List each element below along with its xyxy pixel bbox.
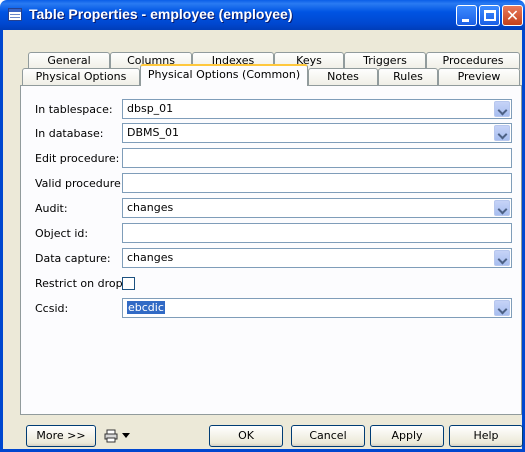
minimize-button[interactable] (456, 5, 477, 26)
chevron-down-icon[interactable] (494, 101, 510, 117)
maximize-icon (484, 10, 496, 21)
maximize-button[interactable] (479, 5, 500, 26)
help-button[interactable]: Help (449, 425, 523, 447)
chevron-down-icon[interactable] (494, 125, 510, 141)
window-title: Table Properties - employee (employee) (29, 6, 293, 22)
ccsid-value: ebcdic (127, 301, 165, 314)
apply-button[interactable]: Apply (370, 425, 444, 447)
restrict-on-drop-checkbox[interactable] (122, 277, 135, 290)
ccsid-combo[interactable]: ebcdic (122, 298, 512, 318)
close-button[interactable]: ✕ (502, 5, 523, 26)
chevron-down-icon[interactable] (122, 433, 130, 438)
more-button[interactable]: More >> (26, 425, 96, 447)
in-database-value: DBMS_01 (127, 126, 179, 139)
label-object-id: Object id: (35, 227, 89, 240)
label-edit-procedure: Edit procedure: (35, 152, 120, 165)
label-valid-procedure: Valid procedure: (35, 177, 125, 190)
audit-combo[interactable]: changes (122, 198, 512, 218)
label-restrict-on-drop: Restrict on drop: (35, 277, 127, 290)
minimize-icon (462, 19, 469, 22)
tab-procedures[interactable]: Procedures (426, 52, 520, 69)
chevron-down-icon[interactable] (494, 250, 510, 266)
audit-value: changes (127, 201, 174, 214)
in-tablespace-combo[interactable]: dbsp_01 (122, 99, 512, 119)
tab-preview[interactable]: Preview (438, 68, 520, 85)
in-tablespace-value: dbsp_01 (127, 102, 174, 115)
cancel-button[interactable]: Cancel (291, 425, 365, 447)
object-id-input[interactable] (122, 223, 512, 243)
ok-button[interactable]: OK (209, 425, 283, 447)
label-ccsid: Ccsid: (35, 302, 69, 315)
data-capture-combo[interactable]: changes (122, 248, 512, 268)
valid-procedure-input[interactable] (122, 173, 512, 193)
label-audit: Audit: (35, 202, 68, 215)
chevron-down-icon[interactable] (494, 300, 510, 316)
tab-general[interactable]: General (28, 52, 110, 69)
chevron-down-icon[interactable] (494, 200, 510, 216)
tab-physical-options[interactable]: Physical Options (22, 68, 140, 85)
tab-triggers[interactable]: Triggers (344, 52, 426, 69)
tab-physical-options-common[interactable]: Physical Options (Common) (140, 64, 308, 86)
table-icon (8, 8, 22, 21)
title-bar[interactable]: Table Properties - employee (employee) ✕ (0, 0, 525, 30)
label-data-capture: Data capture: (35, 252, 111, 265)
print-icon[interactable] (104, 429, 118, 443)
in-database-combo[interactable]: DBMS_01 (122, 123, 512, 143)
tab-rules[interactable]: Rules (378, 68, 438, 85)
label-in-tablespace: In tablespace: (35, 103, 113, 116)
data-capture-value: changes (127, 251, 174, 264)
tab-notes[interactable]: Notes (308, 68, 378, 85)
edit-procedure-input[interactable] (122, 148, 512, 168)
close-icon: ✕ (505, 6, 520, 25)
label-in-database: In database: (35, 127, 104, 140)
